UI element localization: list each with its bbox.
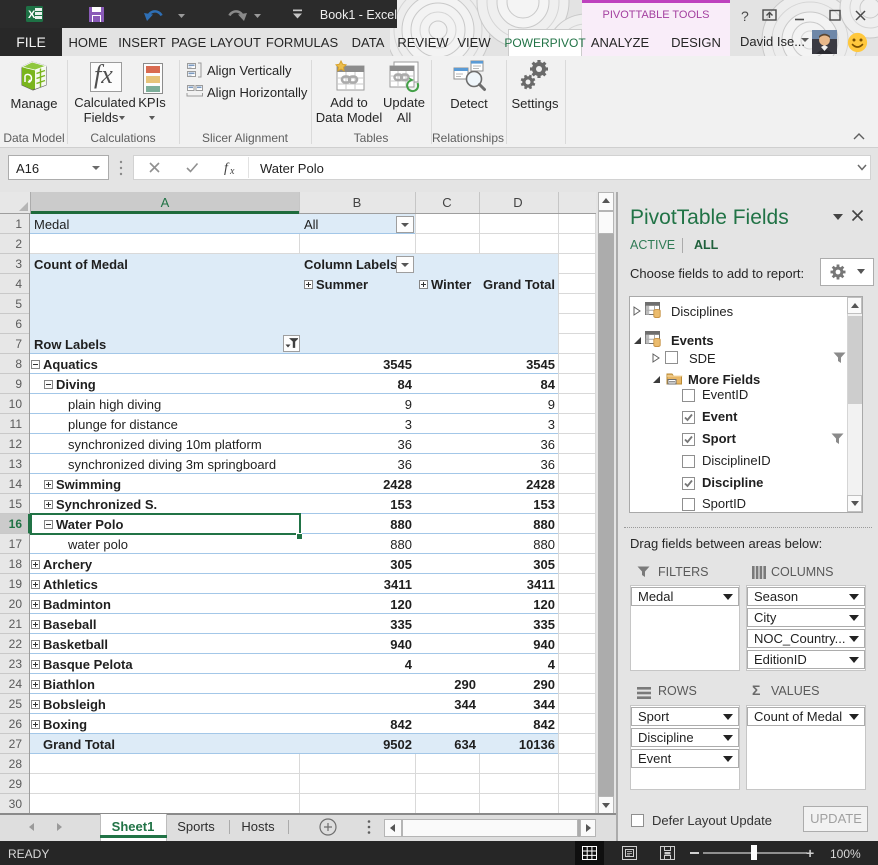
svg-text:?: ? (741, 8, 749, 24)
svg-text:X: X (28, 9, 36, 21)
svg-text:x: x (229, 166, 235, 177)
